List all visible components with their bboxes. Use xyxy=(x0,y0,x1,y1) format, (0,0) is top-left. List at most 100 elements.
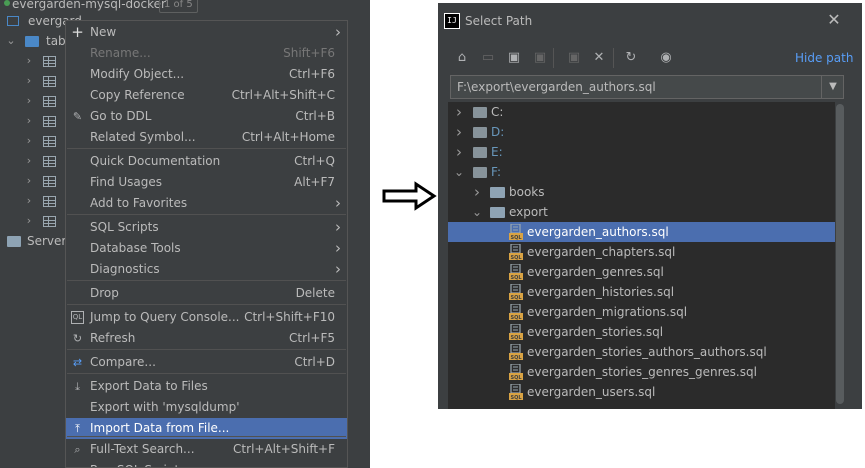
tree-node-drive[interactable]: › D: xyxy=(448,122,845,142)
tree-node-file[interactable]: SQL evergarden_histories.sql xyxy=(448,282,845,302)
menu-item-full-text-search[interactable]: ⌕ Full-Text Search... Ctrl+Alt+Shift+F xyxy=(66,439,347,460)
chevron-right-icon: › xyxy=(26,114,32,127)
chevron-down-icon[interactable]: ⌄ xyxy=(454,162,464,182)
tree-node-drive[interactable]: › C: xyxy=(448,102,845,122)
menu-item-run-sql-script[interactable]: Run SQL Script... xyxy=(66,460,347,467)
menu-item-compare[interactable]: ⇄ Compare... Ctrl+D xyxy=(66,352,347,373)
table-icon xyxy=(43,116,56,127)
menu-item-quick-documentation[interactable]: Quick Documentation Ctrl+Q xyxy=(66,151,347,172)
home-icon[interactable]: ⌂ xyxy=(453,49,471,67)
table-icon xyxy=(43,136,56,147)
delete-icon[interactable]: ✕ xyxy=(590,49,608,67)
menu-item-shortcut: Ctrl+Alt+Home xyxy=(241,130,335,144)
file-label: evergarden_stories.sql xyxy=(527,325,664,339)
sql-file-icon: SQL xyxy=(509,303,523,321)
svg-text:SQL: SQL xyxy=(510,375,522,380)
menu-item-refresh[interactable]: ↻ Refresh Ctrl+F5 xyxy=(66,328,347,349)
menu-item-drop[interactable]: Drop Delete xyxy=(66,283,347,304)
tree-node-file[interactable]: SQL evergarden_genres.sql xyxy=(448,262,845,282)
submenu-arrow-icon: › xyxy=(335,23,341,41)
menu-item-export-data-to-files[interactable]: ⤓ Export Data to Files xyxy=(66,376,347,397)
menu-item-label: Full-Text Search... xyxy=(90,442,195,456)
chevron-right-icon[interactable]: › xyxy=(472,182,482,202)
menu-separator xyxy=(67,349,346,350)
chevron-down-icon[interactable]: ▼ xyxy=(827,79,839,95)
menu-item-copy-reference[interactable]: Copy Reference Ctrl+Alt+Shift+C xyxy=(66,85,347,106)
chevron-right-icon[interactable]: › xyxy=(454,122,464,142)
chevron-right-icon[interactable]: › xyxy=(454,142,464,162)
chevron-down-icon[interactable]: ⌄ xyxy=(472,202,482,222)
chevron-right-icon[interactable]: › xyxy=(454,102,464,122)
query-console-icon: QL xyxy=(71,311,84,324)
menu-item-new[interactable]: + New › xyxy=(66,22,347,43)
submenu-arrow-icon: › xyxy=(335,239,341,257)
sql-file-icon: SQL xyxy=(509,343,523,361)
tree-node-folder[interactable]: › books xyxy=(448,182,845,202)
project-folder-icon[interactable]: ▣ xyxy=(505,49,523,67)
file-label: evergarden_users.sql xyxy=(527,385,656,399)
menu-item-label: Jump to Query Console... xyxy=(90,310,240,324)
table-icon xyxy=(43,176,56,187)
sql-file-icon: SQL xyxy=(509,263,523,281)
folder-icon xyxy=(490,187,505,198)
tree-node-file[interactable]: SQL evergarden_migrations.sql xyxy=(448,302,845,322)
schema-folder-icon xyxy=(25,36,39,47)
menu-item-sql-scripts[interactable]: SQL Scripts › xyxy=(66,217,347,238)
menu-item-label: Find Usages xyxy=(90,175,163,189)
menu-item-export-with-mysqldump[interactable]: Export with 'mysqldump' xyxy=(66,397,347,418)
folder-label: books xyxy=(509,185,545,199)
close-icon[interactable]: ✕ xyxy=(826,11,842,29)
menu-item-go-to-ddl[interactable]: ✎ Go to DDL Ctrl+B xyxy=(66,106,347,127)
menu-item-add-to-favorites[interactable]: Add to Favorites › xyxy=(66,193,347,214)
menu-item-rename[interactable]: Rename... Shift+F6 xyxy=(66,43,347,64)
menu-item-related-symbol[interactable]: Related Symbol... Ctrl+Alt+Home xyxy=(66,127,347,148)
menu-item-label: Refresh xyxy=(90,331,136,345)
file-label: evergarden_authors.sql xyxy=(527,225,669,239)
menu-item-label: SQL Scripts xyxy=(90,220,159,234)
toolbar-separator xyxy=(613,48,614,68)
drive-icon xyxy=(473,167,487,178)
menu-separator xyxy=(67,214,346,215)
tree-node-folder[interactable]: ⌄ export xyxy=(448,202,845,222)
menu-item-shortcut: Delete xyxy=(295,286,335,300)
menu-item-label: Copy Reference xyxy=(90,88,185,102)
submenu-arrow-icon: › xyxy=(335,194,341,212)
module-folder-icon[interactable]: ▣ xyxy=(531,49,549,67)
menu-item-modify-object[interactable]: Modify Object... Ctrl+F6 xyxy=(66,64,347,85)
table-icon xyxy=(43,76,56,87)
menu-item-database-tools[interactable]: Database Tools › xyxy=(66,238,347,259)
path-field[interactable]: F:\export\evergarden_authors.sql ▼ xyxy=(450,75,844,99)
tree-node-drive[interactable]: ⌄ F: xyxy=(448,162,845,182)
svg-text:SQL: SQL xyxy=(510,275,522,280)
svg-text:SQL: SQL xyxy=(510,235,522,240)
scrollbar-thumb[interactable] xyxy=(836,104,844,404)
sql-file-icon: SQL xyxy=(509,223,523,241)
tree-node-file[interactable]: SQL evergarden_chapters.sql xyxy=(448,242,845,262)
desktop-icon[interactable]: ▭ xyxy=(479,49,497,67)
menu-item-jump-to-query-console[interactable]: QL Jump to Query Console... Ctrl+Shift+F10 xyxy=(66,307,347,328)
menu-item-diagnostics[interactable]: Diagnostics › xyxy=(66,259,347,280)
new-folder-icon[interactable]: ▣ xyxy=(565,49,583,67)
tree-node-drive[interactable]: › E: xyxy=(448,142,845,162)
folder-icon xyxy=(490,207,505,218)
tree-node-file[interactable]: SQL evergarden_users.sql xyxy=(448,382,845,402)
refresh-icon[interactable]: ↻ xyxy=(622,49,640,67)
tree-node-file[interactable]: SQL evergarden_stories.sql xyxy=(448,322,845,342)
tree-node-file[interactable]: SQL evergarden_stories_genres_genres.sql xyxy=(448,362,845,382)
menu-item-label: Drop xyxy=(90,286,119,300)
scrollbar[interactable] xyxy=(835,102,845,409)
menu-item-label: Diagnostics xyxy=(90,262,160,276)
menu-separator xyxy=(67,436,346,437)
file-label: evergarden_migrations.sql xyxy=(527,305,688,319)
sql-file-icon: SQL xyxy=(509,243,523,261)
tree-node-file[interactable]: SQL evergarden_authors.sql xyxy=(448,222,845,242)
tree-node-file[interactable]: SQL evergarden_stories_authors_authors.sq… xyxy=(448,342,845,362)
menu-item-label: Go to DDL xyxy=(90,109,152,123)
menu-separator xyxy=(67,373,346,374)
menu-item-find-usages[interactable]: Find Usages Alt+F7 xyxy=(66,172,347,193)
chevron-right-icon: › xyxy=(26,214,32,227)
chevron-down-icon: ⌄ xyxy=(6,34,16,47)
hide-path-link[interactable]: Hide path xyxy=(795,50,853,66)
show-hidden-icon[interactable]: ◉ xyxy=(657,49,675,67)
refresh-icon: ↻ xyxy=(72,332,83,345)
